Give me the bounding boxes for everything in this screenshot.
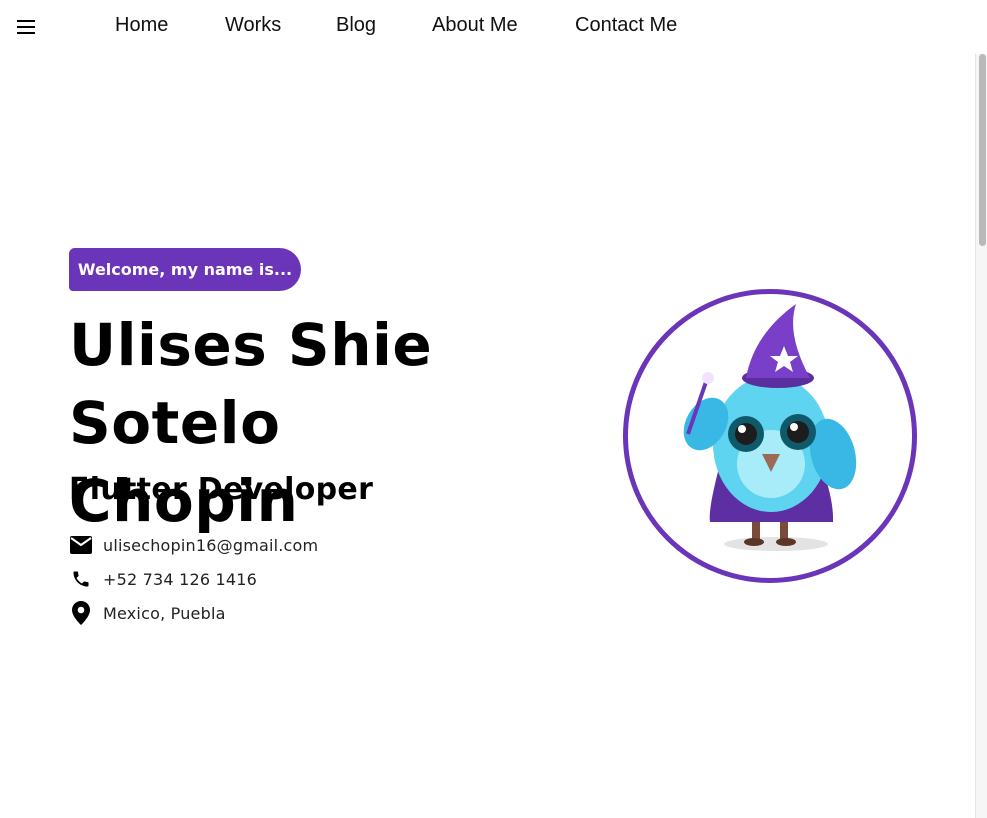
nav-contact-me[interactable]: Contact Me: [575, 14, 677, 37]
nav-about-me[interactable]: About Me: [432, 14, 518, 37]
hero-role: Flutter Developer: [69, 472, 374, 507]
nav-works[interactable]: Works: [225, 14, 281, 37]
email-icon: [69, 533, 93, 557]
nav-home[interactable]: Home: [115, 14, 168, 37]
contact-email-text[interactable]: ulisechopin16@gmail.com: [103, 536, 318, 555]
scrollbar[interactable]: [975, 54, 987, 818]
contact-phone: +52 734 126 1416: [69, 566, 257, 592]
contact-location: Mexico, Puebla: [69, 600, 226, 626]
nav-blog[interactable]: Blog: [336, 14, 376, 37]
contact-email: ulisechopin16@gmail.com: [69, 532, 318, 558]
welcome-badge: Welcome, my name is...: [69, 248, 301, 291]
contact-phone-text[interactable]: +52 734 126 1416: [103, 570, 257, 589]
menu-icon[interactable]: [14, 16, 38, 38]
contact-location-text: Mexico, Puebla: [103, 603, 226, 623]
owl-wizard-illustration: [683, 304, 857, 551]
hero-name-line-1: Ulises Shie Sotelo: [69, 311, 433, 457]
phone-icon: [69, 567, 93, 591]
page: Home Works Blog About Me Contact Me Welc…: [0, 0, 987, 818]
avatar: [623, 289, 917, 583]
location-pin-icon: [69, 601, 93, 625]
scrollbar-thumb[interactable]: [979, 54, 986, 246]
